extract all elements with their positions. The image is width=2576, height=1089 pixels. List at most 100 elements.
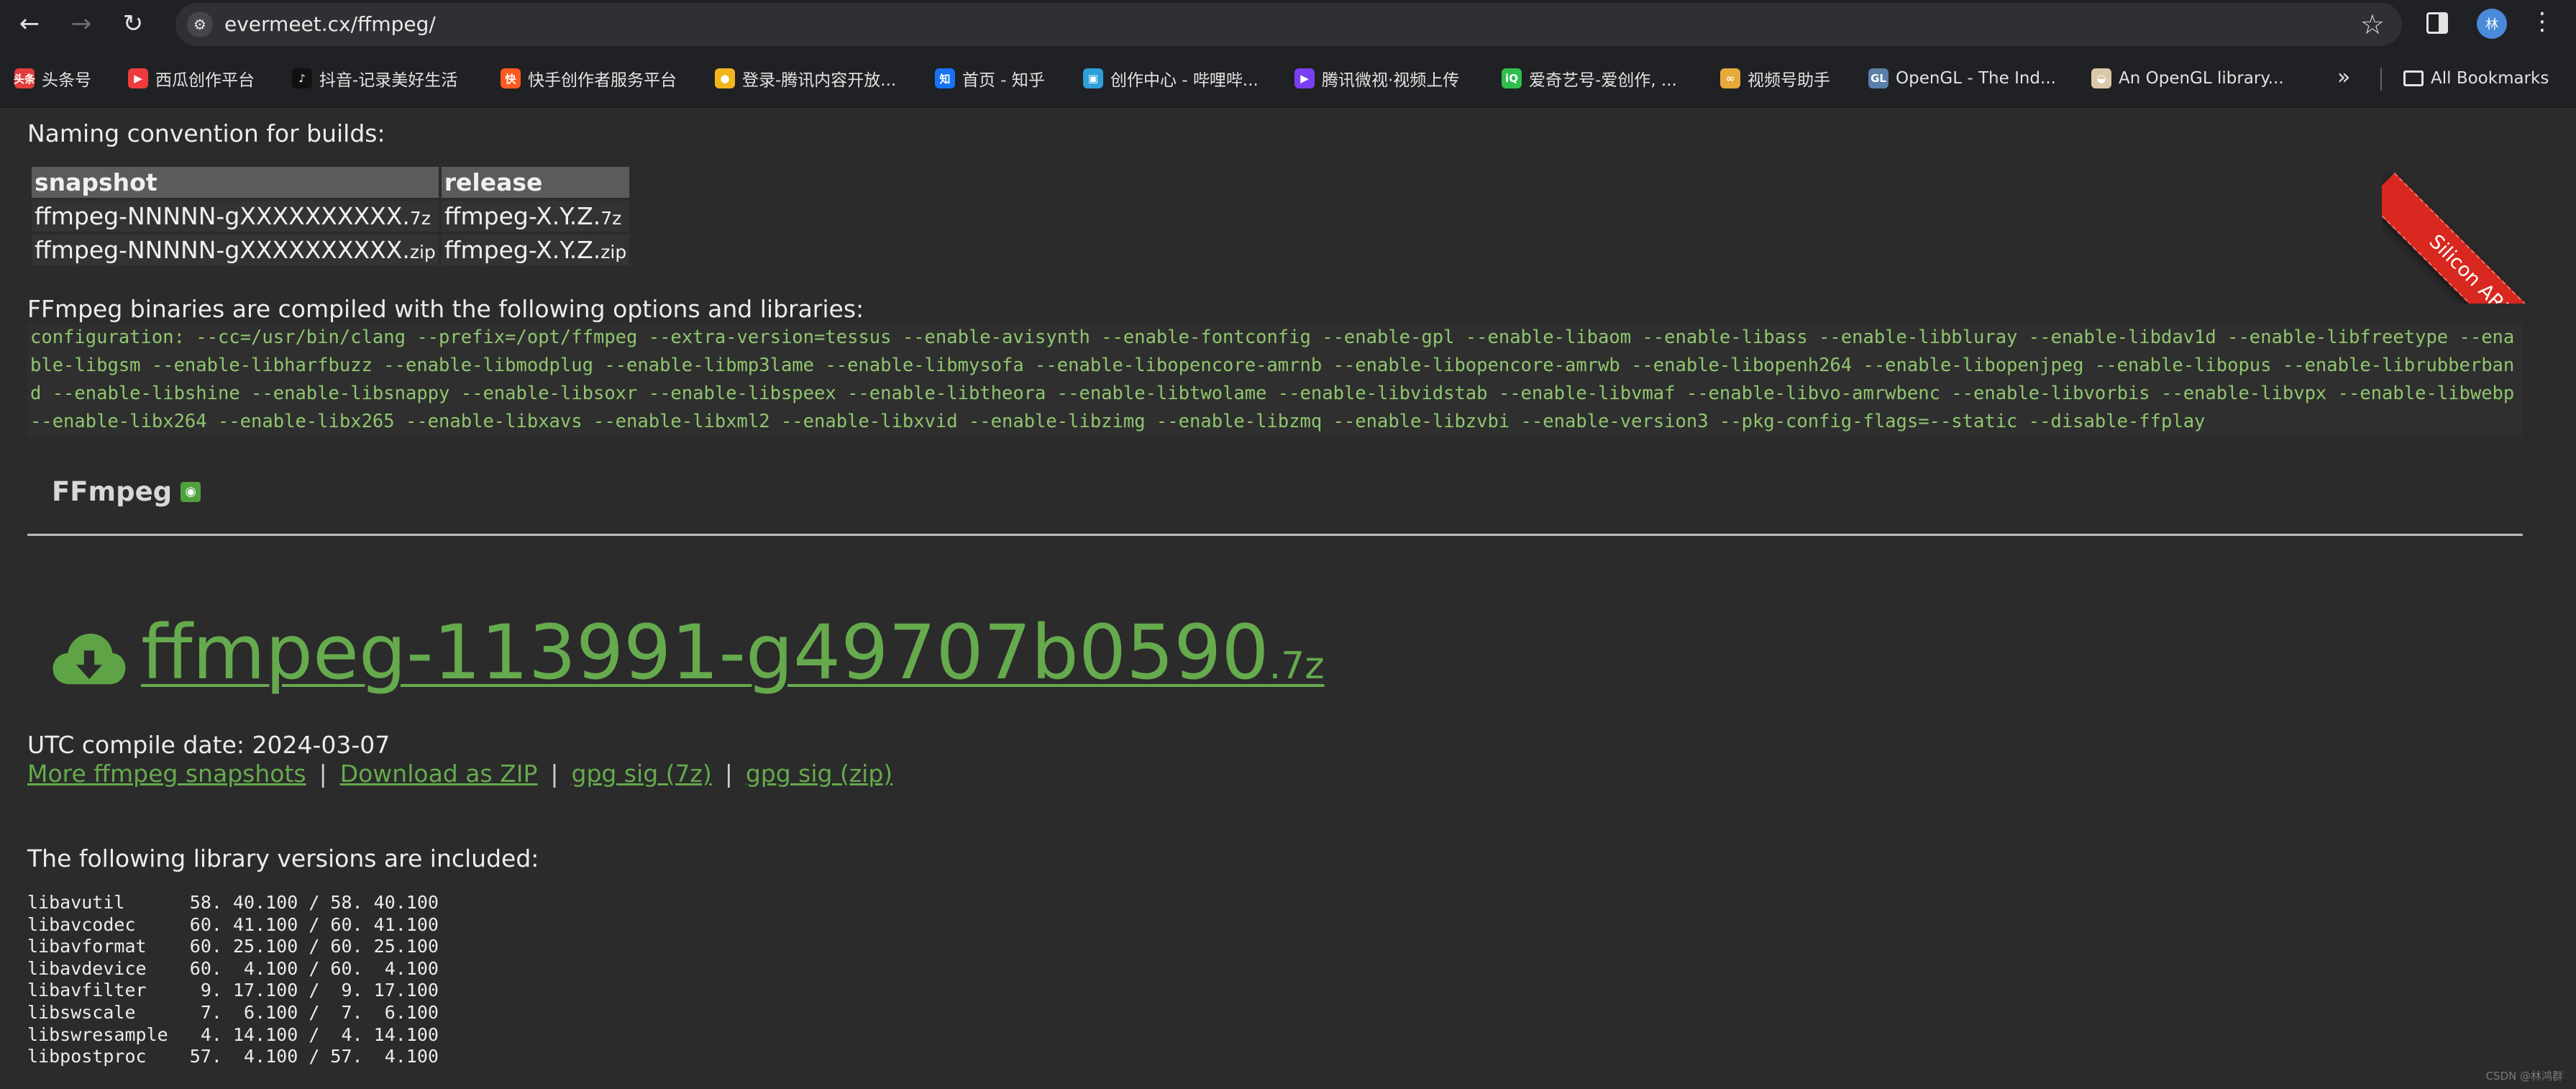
version-line: libavutil 58. 40.100 / 58. 40.100 xyxy=(27,892,439,913)
side-panel-icon[interactable] xyxy=(2426,12,2448,34)
bookmark-item[interactable]: iQ 爱奇艺号-爱创作, ... xyxy=(1502,66,1677,91)
table-row: ffmpeg-NNNNN-gXXXXXXXXXX.zip ffmpeg-X.Y.… xyxy=(32,234,630,265)
cell-ext: zip xyxy=(409,242,436,263)
cell-base: ffmpeg-NNNNN-gXXXXXXXXXX. xyxy=(35,202,410,230)
cell-ext: 7z xyxy=(409,208,431,229)
bookmark-item[interactable]: ▶ 西瓜创作平台 xyxy=(128,66,255,91)
options-heading: FFmpeg binaries are compiled with the fo… xyxy=(27,295,864,323)
bookmark-item[interactable]: 知首页 - 知乎 xyxy=(935,66,1045,91)
bookmark-label: 西瓜创作平台 xyxy=(155,71,255,90)
download-ext: .7z xyxy=(1269,644,1325,688)
opengl-icon: GL xyxy=(1868,68,1888,88)
watermark: CSDN @林鸿群 xyxy=(2485,1070,2563,1083)
bookmarks-bar: 头条 头条号 ▶ 西瓜创作平台 ♪ 抖音-记录美好生活 快快手创作者服务平台 ● 登录-… xyxy=(0,49,2576,109)
version-line: libavfilter 9. 17.100 / 9. 17.100 xyxy=(27,980,439,1001)
bookmark-item[interactable]: ♪ 抖音-记录美好生活 xyxy=(292,66,457,91)
bilibili-icon: ▣ xyxy=(1083,68,1103,88)
douyin-icon: ♪ xyxy=(292,68,312,88)
iqiyi-icon: iQ xyxy=(1502,68,1522,88)
version-line: libpostproc 57. 4.100 / 57. 4.100 xyxy=(27,1046,439,1067)
bookmark-label: 快手创作者服务平台 xyxy=(528,71,677,90)
cell-ext: zip xyxy=(600,242,627,263)
download-name: ffmpeg-113991-g49707b0590 xyxy=(141,609,1269,696)
download-zip-link[interactable]: Download as ZIP xyxy=(340,760,538,788)
table-cell: ffmpeg-NNNNN-gXXXXXXXXXX.zip xyxy=(32,234,439,265)
library-icon: ◒ xyxy=(2091,68,2111,88)
bookmark-item[interactable]: 快快手创作者服务平台 xyxy=(501,66,677,91)
cell-ext: 7z xyxy=(600,208,622,229)
bookmark-star-icon[interactable]: ☆ xyxy=(2360,9,2385,40)
bookmark-label: 首页 - 知乎 xyxy=(962,71,1045,90)
url-text[interactable]: evermeet.cx/ffmpeg/ xyxy=(224,12,436,36)
all-bookmarks-label: All Bookmarks xyxy=(2431,69,2549,88)
table-cell: ffmpeg-NNNNN-gXXXXXXXXXX.7z xyxy=(32,201,439,232)
link-separator: | xyxy=(724,760,733,788)
bookmark-label: 抖音-记录美好生活 xyxy=(319,71,458,90)
more-bookmarks-chevron-icon[interactable]: » xyxy=(2337,65,2350,90)
ribbon-container: Silicon ARM Info xyxy=(2382,109,2576,304)
table-header: release xyxy=(441,167,630,198)
version-line: libavdevice 60. 4.100 / 60. 4.100 xyxy=(27,957,439,979)
reload-button[interactable]: ↻ xyxy=(117,7,150,40)
cell-base: ffmpeg-X.Y.Z. xyxy=(444,202,601,230)
more-snapshots-link[interactable]: More ffmpeg snapshots xyxy=(27,760,306,788)
bookmark-item[interactable]: 头条 头条号 xyxy=(14,66,91,91)
gpg-sig-zip-link[interactable]: gpg sig (zip) xyxy=(746,760,892,788)
kuaishou-icon: 快 xyxy=(501,68,521,88)
reload-icon: ↻ xyxy=(122,9,144,38)
browser-toolbar: ← → ↻ ⚙ evermeet.cx/ffmpeg/ ☆ 林 ⋮ xyxy=(0,0,2576,49)
version-line: libswresample 4. 14.100 / 4. 14.100 xyxy=(27,1024,439,1045)
table-cell: ffmpeg-X.Y.Z.7z xyxy=(441,201,630,232)
cell-base: ffmpeg-NNNNN-gXXXXXXXXXX. xyxy=(35,236,410,264)
address-bar[interactable]: ⚙ evermeet.cx/ffmpeg/ ☆ xyxy=(175,3,2402,46)
channels-icon: ∞ xyxy=(1720,68,1740,88)
bookmark-label: OpenGL - The Ind... xyxy=(1896,69,2056,88)
site-info-icon[interactable]: ⚙ xyxy=(187,12,213,37)
bookmark-item[interactable]: ◒ An OpenGL library... xyxy=(2091,66,2284,91)
weishi-icon: ▶ xyxy=(1294,68,1315,88)
naming-heading: Naming convention for builds: xyxy=(27,119,385,147)
table-cell: ffmpeg-X.Y.Z.zip xyxy=(441,234,630,265)
bookmark-label: 腾讯微视·视频上传 xyxy=(1322,71,1460,90)
all-bookmarks-button[interactable]: All Bookmarks xyxy=(2403,66,2549,91)
bookmark-label: 登录-腾讯内容开放... xyxy=(742,71,897,90)
bookmark-item[interactable]: ● 登录-腾讯内容开放... xyxy=(715,66,896,91)
bookmark-label: 爱奇艺号-爱创作, ... xyxy=(1529,71,1677,90)
version-line: libavformat 60. 25.100 / 60. 25.100 xyxy=(27,936,439,957)
bookmark-item[interactable]: ▣ 创作中心 - 哔哩哔... xyxy=(1083,66,1259,91)
bookmark-item[interactable]: ▶ 腾讯微视·视频上传 xyxy=(1294,66,1459,91)
more-menu-icon[interactable]: ⋮ xyxy=(2530,7,2554,36)
naming-table: snapshot release ffmpeg-NNNNN-gXXXXXXXXX… xyxy=(29,164,632,268)
gpg-sig-7z-link[interactable]: gpg sig (7z) xyxy=(572,760,712,788)
tencent-bell-icon: ● xyxy=(715,68,735,88)
table-header-row: snapshot release xyxy=(32,167,630,198)
link-separator: | xyxy=(319,760,327,788)
forward-button[interactable]: → xyxy=(65,7,98,40)
download-filename: ffmpeg-113991-g49707b0590.7z xyxy=(141,613,1325,692)
download-links: More ffmpeg snapshots | Download as ZIP | gp… xyxy=(27,760,892,788)
profile-avatar[interactable]: 林 xyxy=(2477,9,2507,39)
library-versions: libavutil 58. 40.100 / 58. 40.100 libavc… xyxy=(27,892,439,1068)
table-row: ffmpeg-NNNNN-gXXXXXXXXXX.7z ffmpeg-X.Y.Z… xyxy=(32,201,630,232)
horizontal-divider xyxy=(27,534,2523,536)
back-button[interactable]: ← xyxy=(13,7,46,40)
bookmark-label: 视频号助手 xyxy=(1748,71,1830,90)
download-link[interactable]: ffmpeg-113991-g49707b0590.7z xyxy=(50,613,1325,692)
xigua-icon: ▶ xyxy=(128,68,148,88)
cloud-download-icon xyxy=(52,634,126,685)
folder-icon xyxy=(2403,70,2424,86)
section-title: FFmpeg ◉ xyxy=(52,476,201,507)
bookmark-item[interactable]: GL OpenGL - The Ind... xyxy=(1868,66,2056,91)
link-separator: | xyxy=(550,760,559,788)
toutiao-icon: 头条 xyxy=(14,68,35,88)
silicon-arm-info-ribbon[interactable]: Silicon ARM Info xyxy=(2382,173,2576,304)
section-title-text: FFmpeg xyxy=(52,476,173,507)
bookmarks-divider xyxy=(2380,68,2382,91)
rss-icon[interactable]: ◉ xyxy=(181,481,201,502)
bookmark-item[interactable]: ∞ 视频号助手 xyxy=(1720,66,1830,91)
version-line: libswscale 7. 6.100 / 7. 6.100 xyxy=(27,1001,439,1023)
compile-date: UTC compile date: 2024-03-07 xyxy=(27,731,390,759)
arrow-left-icon: ← xyxy=(19,9,40,38)
bookmark-label: 头条号 xyxy=(42,71,91,90)
versions-heading: The following library versions are inclu… xyxy=(27,844,539,872)
